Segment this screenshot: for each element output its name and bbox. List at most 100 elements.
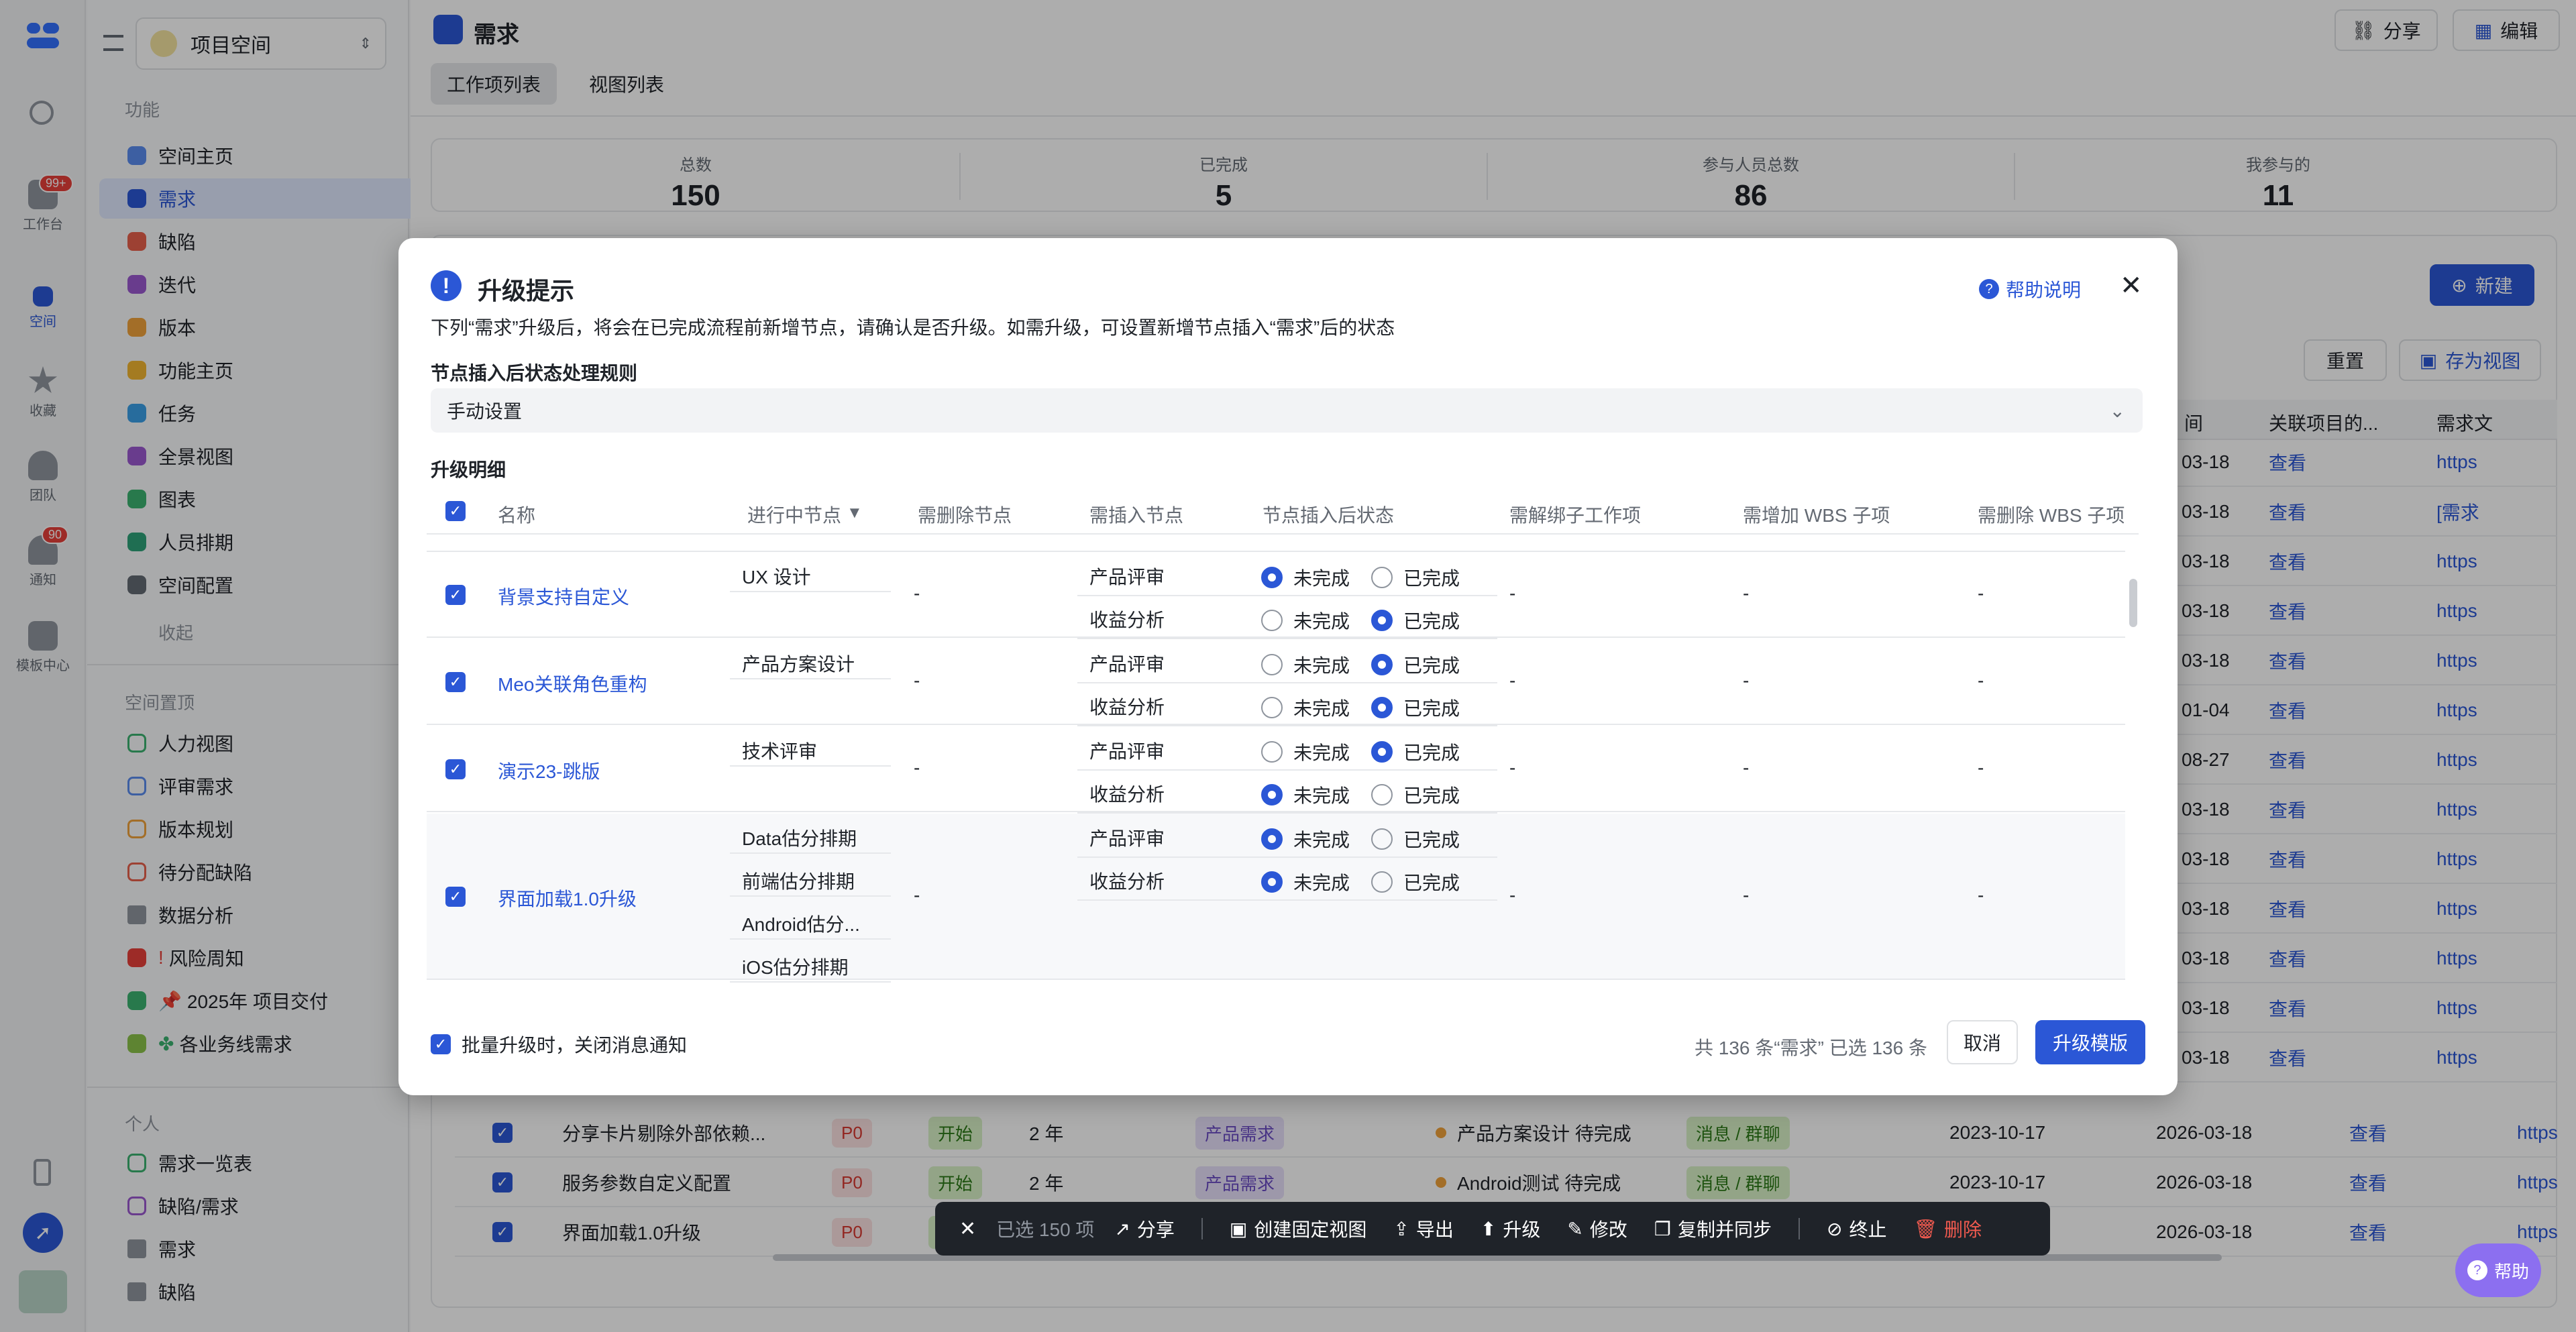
status-radio-group: 未完成 已完成 <box>1261 651 1481 678</box>
close-icon[interactable]: ✕ <box>959 1217 976 1241</box>
radio-complete[interactable]: 已完成 <box>1371 564 1460 591</box>
pencil-icon: ✎ <box>1567 1218 1583 1239</box>
vertical-scrollbar[interactable] <box>2129 579 2137 627</box>
radio-incomplete[interactable]: 未完成 <box>1261 781 1350 808</box>
radio-label: 已完成 <box>1403 830 1460 850</box>
mute-option[interactable]: ✓ 批量升级时，关闭消息通知 <box>431 1031 687 1058</box>
detail-label: 升级明细 <box>431 459 506 480</box>
radio-incomplete[interactable]: 未完成 <box>1261 826 1350 852</box>
detail-row: ✓ 界面加载1.0升级 Data估分排期 前端估分排期 Android估分... iOS估… <box>427 814 2125 983</box>
delete-node-cell: - <box>914 757 920 778</box>
row-name-link[interactable]: 背景支持自定义 <box>498 583 629 610</box>
radio-incomplete-icon <box>1261 741 1283 763</box>
warning-icon: ! <box>431 270 462 301</box>
divider <box>730 591 891 592</box>
radio-incomplete-icon <box>1261 784 1283 806</box>
insert-node: 收益分析 <box>1089 610 1165 630</box>
row-name-link[interactable]: Meo关联角色重构 <box>498 670 647 697</box>
help-link[interactable]: ? 帮助说明 <box>1979 276 2081 302</box>
in-progress-node: iOS估分排期 <box>742 957 849 978</box>
row-name-link[interactable]: 界面加载1.0升级 <box>498 885 637 911</box>
divider <box>1077 769 1497 771</box>
selected-count: 已选 150 项 <box>996 1219 1095 1240</box>
row-checkbox[interactable]: ✓ <box>445 887 466 907</box>
radio-incomplete[interactable]: 未完成 <box>1261 607 1350 634</box>
radio-incomplete[interactable]: 未完成 <box>1261 564 1350 591</box>
divider <box>730 765 891 767</box>
radio-complete[interactable]: 已完成 <box>1371 738 1460 765</box>
radio-incomplete-icon <box>1261 567 1283 588</box>
status-radio-group: 未完成 已完成 <box>1261 869 1481 895</box>
radio-incomplete[interactable]: 未完成 <box>1261 694 1350 721</box>
radio-incomplete[interactable]: 未完成 <box>1261 651 1350 678</box>
delete-node-cell: - <box>914 583 920 604</box>
ban-icon: ⊘ <box>1826 1218 1843 1239</box>
toolbar-copy-sync-button[interactable]: ❐ 复制并同步 <box>1654 1215 1772 1242</box>
add-wbs-cell: - <box>1743 583 1750 604</box>
detail-table-header: ✓ 名称 进行中节点 ▼ 需删除节点 需插入节点 节点插入后状态 需解绑子工作项… <box>427 488 2139 535</box>
row-name-link[interactable]: 演示23-跳版 <box>498 757 600 784</box>
delete-wbs-cell: - <box>1978 583 1984 604</box>
radio-incomplete[interactable]: 未完成 <box>1261 869 1350 895</box>
help-fab[interactable]: ? 帮助 <box>2455 1243 2541 1297</box>
divider <box>1798 1218 1800 1239</box>
status-radio-group: 未完成 已完成 <box>1261 694 1481 721</box>
insert-node: 收益分析 <box>1089 784 1165 805</box>
radio-complete[interactable]: 已完成 <box>1371 869 1460 895</box>
radio-complete[interactable]: 已完成 <box>1371 651 1460 678</box>
batch-toolbar: ✕ 已选 150 项 ↗ 分享 ▣ 创建固定视图 ⇪ 导出 ⬆ 升级 ✎ 修改 ❐ 复制并同… <box>935 1202 2050 1256</box>
confirm-upgrade-button[interactable]: 升级模版 <box>2035 1020 2145 1064</box>
radio-label: 未完成 <box>1293 568 1350 589</box>
select-all-checkbox[interactable]: ✓ <box>445 501 466 521</box>
radio-complete-icon <box>1371 567 1393 588</box>
divider <box>1201 1218 1203 1239</box>
insert-node: 产品评审 <box>1089 828 1165 849</box>
toolbar-share-button[interactable]: ↗ 分享 <box>1114 1215 1174 1242</box>
rule-select[interactable]: 手动设置 ⌄ <box>431 388 2143 433</box>
row-checkbox[interactable]: ✓ <box>445 759 466 779</box>
unbind-cell: - <box>1509 885 1516 905</box>
radio-complete[interactable]: 已完成 <box>1371 607 1460 634</box>
close-icon[interactable]: ✕ <box>2120 270 2143 301</box>
detail-row: ✓ Meo关联角色重构 产品方案设计 - 产品评审 未完成 已完成 收益分析 未完成 已完成 - - - <box>427 639 2125 726</box>
status-radio-group: 未完成 已完成 <box>1261 607 1481 634</box>
radio-label: 未完成 <box>1293 698 1350 719</box>
radio-incomplete-icon <box>1261 871 1283 893</box>
mute-checkbox[interactable]: ✓ <box>431 1034 451 1054</box>
row-checkbox[interactable]: ✓ <box>445 585 466 605</box>
radio-incomplete-icon <box>1261 654 1283 675</box>
divider <box>730 852 891 854</box>
filter-icon[interactable]: ▼ <box>847 504 863 522</box>
radio-complete-icon <box>1371 610 1393 631</box>
cancel-button[interactable]: 取消 <box>1947 1020 2018 1064</box>
insert-node: 收益分析 <box>1089 697 1165 718</box>
row-checkbox[interactable]: ✓ <box>445 672 466 692</box>
radio-complete[interactable]: 已完成 <box>1371 694 1460 721</box>
upgrade-dialog: ! 升级提示 ? 帮助说明 ✕ 下列“需求”升级后，将会在已完成流程前新增节点，… <box>398 238 2178 1095</box>
in-progress-node: Data估分排期 <box>742 828 857 849</box>
detail-row: ✓ 演示23-跳版 技术评审 - 产品评审 未完成 已完成 收益分析 未完成 已完成 - - - <box>427 726 2125 814</box>
radio-complete[interactable]: 已完成 <box>1371 781 1460 808</box>
divider <box>730 678 891 679</box>
toolbar-upgrade-button[interactable]: ⬆ 升级 <box>1481 1215 1540 1242</box>
help-circle-icon: ? <box>1979 279 1999 299</box>
share-icon: ↗ <box>1114 1218 1130 1239</box>
toolbar-edit-button[interactable]: ✎ 修改 <box>1567 1215 1627 1242</box>
insert-node: 产品评审 <box>1089 741 1165 762</box>
toolbar-delete-button[interactable]: 🗑 删除 <box>1913 1215 1982 1242</box>
in-progress-node: 技术评审 <box>742 741 818 762</box>
toolbar-create-view-button[interactable]: ▣ 创建固定视图 <box>1230 1215 1366 1242</box>
toolbar-terminate-button[interactable]: ⊘ 终止 <box>1827 1215 1886 1242</box>
help-circle-icon: ? <box>2467 1260 2487 1280</box>
radio-complete[interactable]: 已完成 <box>1371 826 1460 852</box>
in-progress-node: UX 设计 <box>742 567 811 588</box>
delete-node-cell: - <box>914 670 920 691</box>
detail-row: ✓ 背景支持自定义 UX 设计 - 产品评审 未完成 已完成 收益分析 未完成 已完成 - - - <box>427 552 2125 639</box>
toolbar-export-button[interactable]: ⇪ 导出 <box>1393 1215 1453 1242</box>
divider <box>730 981 891 983</box>
radio-incomplete-icon <box>1261 828 1283 850</box>
status-radio-group: 未完成 已完成 <box>1261 738 1481 765</box>
save-icon: ▣ <box>1229 1218 1248 1239</box>
radio-complete-icon <box>1371 828 1393 850</box>
radio-incomplete[interactable]: 未完成 <box>1261 738 1350 765</box>
